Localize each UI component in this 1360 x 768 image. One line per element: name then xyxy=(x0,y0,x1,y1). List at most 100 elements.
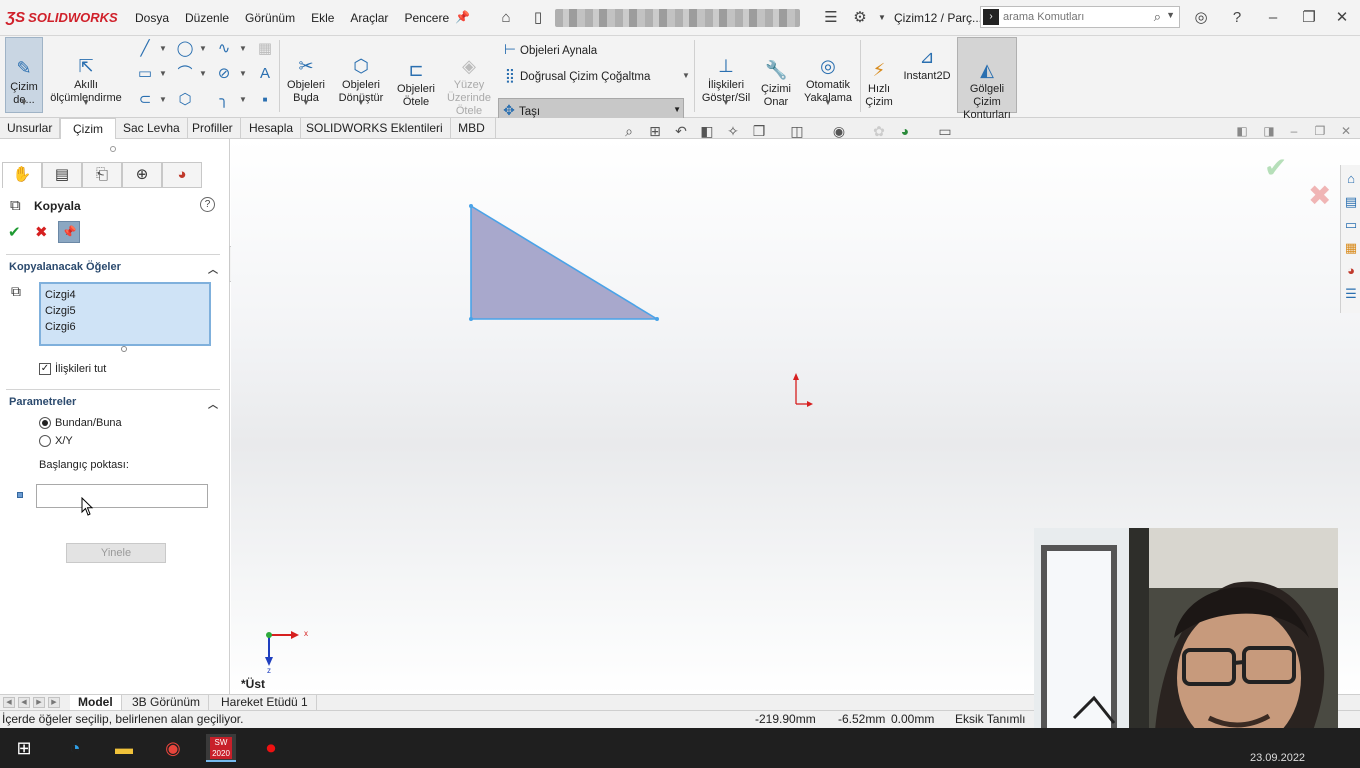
polygon-icon[interactable]: ⬡ xyxy=(175,90,195,110)
file-explorer-icon[interactable]: ▭ xyxy=(1343,217,1359,233)
viewport-minimize-icon[interactable]: – xyxy=(1287,124,1301,138)
tab-features[interactable]: Unsurlar xyxy=(0,118,61,139)
section-parameters[interactable]: Parametreler ︿ xyxy=(0,396,222,414)
quick-snaps-button[interactable]: ◎ Otomatik Yakalama xyxy=(801,42,855,105)
viewport-restore-icon[interactable]: ❐ xyxy=(1313,124,1327,138)
list-resize-handle[interactable] xyxy=(121,346,127,352)
pin-menu-icon[interactable]: 📌 xyxy=(455,10,470,24)
windows-start-icon[interactable]: ⊞ xyxy=(9,734,39,762)
quick-snaps-dropdown-icon[interactable]: ▼ xyxy=(824,98,832,107)
last-tab-arrow-icon[interactable]: ▶ xyxy=(48,697,60,708)
fillet-icon[interactable]: ╮ xyxy=(214,90,234,110)
viewport-tile-right-icon[interactable]: ◨ xyxy=(1262,124,1276,138)
ok-button[interactable]: ✔ xyxy=(8,223,21,241)
panel-resize-handle[interactable] xyxy=(110,146,116,152)
tab-sketch[interactable]: Çizim xyxy=(60,118,116,139)
new-document-icon[interactable]: ▯ xyxy=(529,9,547,27)
sketch-dropdown-icon[interactable]: ▼ xyxy=(20,98,28,107)
list-item[interactable]: Cizgi5 xyxy=(45,303,205,319)
slot-dropdown-icon[interactable]: ▼ xyxy=(159,95,167,104)
rapid-sketch-button[interactable]: ⚡ Hızlı Çizim xyxy=(862,46,896,109)
account-icon[interactable]: ◎ xyxy=(1192,9,1210,27)
display-relations-button[interactable]: ⊥ İlişkileri Göster/Sil xyxy=(699,42,753,105)
move-entities-button[interactable]: ✥ Taşı ▼ xyxy=(498,98,684,120)
line-dropdown-icon[interactable]: ▼ xyxy=(159,44,167,53)
prev-tab-arrow-icon[interactable]: ◀ xyxy=(18,697,30,708)
sketch-point[interactable] xyxy=(469,204,473,208)
confirmation-ok-icon[interactable]: ✔ xyxy=(1264,151,1287,184)
line-icon[interactable]: ╱ xyxy=(135,39,155,59)
edge-browser-icon[interactable]: ◔ xyxy=(60,734,90,762)
from-to-radio[interactable] xyxy=(39,417,51,429)
apply-scene-icon[interactable]: ◕ xyxy=(896,122,914,140)
cancel-button[interactable]: ✖ xyxy=(35,223,48,241)
home-icon[interactable]: ⌂ xyxy=(497,9,515,27)
minimize-icon[interactable]: – xyxy=(1264,9,1282,27)
smart-dimension-dropdown-icon[interactable]: ▼ xyxy=(82,98,90,107)
text-icon[interactable]: A xyxy=(255,64,275,84)
arc-icon[interactable]: ⌒ xyxy=(175,64,195,84)
tab-mbd[interactable]: MBD xyxy=(448,118,496,139)
keep-relations-checkbox[interactable]: ✓ xyxy=(39,363,51,375)
next-tab-arrow-icon[interactable]: ▶ xyxy=(33,697,45,708)
solidworks-logo[interactable]: ƷS SOLIDWORKS xyxy=(6,9,118,26)
dimxpert-tab-icon[interactable]: ⊕ xyxy=(122,162,162,188)
solidworks-resources-icon[interactable]: ⌂ xyxy=(1343,171,1359,187)
circle-icon[interactable]: ◯ xyxy=(175,39,195,59)
tab-weldments[interactable]: Profiller xyxy=(185,118,241,139)
offset-entities-button[interactable]: ⊏ Objeleri Ötele xyxy=(393,46,439,109)
list-item[interactable]: Cizgi6 xyxy=(45,319,205,335)
convert-entities-button[interactable]: ⬡ Objeleri Dönüştür xyxy=(333,42,389,105)
circle-dropdown-icon[interactable]: ▼ xyxy=(199,44,207,53)
tab-motion-study[interactable]: Hareket Etüdü 1 xyxy=(213,695,317,711)
tab-model[interactable]: Model xyxy=(70,695,122,711)
mirror-entities-button[interactable]: ⊢ Objeleri Aynala xyxy=(500,38,597,60)
list-item[interactable]: Cizgi4 xyxy=(45,287,205,303)
rectangle-icon[interactable]: ▭ xyxy=(135,64,155,84)
display-manager-tab-icon[interactable]: ◕ xyxy=(162,162,202,188)
confirmation-cancel-icon[interactable]: ✖ xyxy=(1308,179,1331,212)
entities-selection-list[interactable]: Cizgi4 Cizgi5 Cizgi6 xyxy=(39,282,211,346)
propertymanager-tab-icon[interactable]: ▤ xyxy=(42,162,82,188)
zoom-to-area-icon[interactable]: ⊞ xyxy=(646,122,664,140)
dynamic-annotation-icon[interactable]: ✧ xyxy=(724,122,742,140)
pushpin-button[interactable]: 📌 xyxy=(58,221,80,243)
help-icon[interactable]: ? xyxy=(200,197,215,212)
trim-entities-button[interactable]: ✂ Objeleri Buda xyxy=(283,42,329,105)
ellipse-dropdown-icon[interactable]: ▼ xyxy=(239,69,247,78)
shaded-sketch-contours-button[interactable]: ◭ Gölgeli Çizim Konturları xyxy=(957,37,1017,121)
start-point-field[interactable] xyxy=(36,484,208,508)
featuremanager-tab-icon[interactable]: ✋ xyxy=(2,162,42,188)
collapse-chevron-icon[interactable]: ︿ xyxy=(208,396,218,411)
viewport-tile-left-icon[interactable]: ◧ xyxy=(1235,124,1249,138)
display-style-icon[interactable]: ◫ xyxy=(788,122,806,140)
viewport-close-icon[interactable]: ✕ xyxy=(1339,124,1353,138)
search-icon[interactable]: ⌕ xyxy=(1154,9,1161,25)
view-settings-icon[interactable]: ▭ xyxy=(936,122,954,140)
solidworks-taskbar-icon[interactable]: SW 2020 xyxy=(206,734,236,762)
menu-window[interactable]: Pencere xyxy=(404,11,449,25)
command-search-input[interactable] xyxy=(1003,9,1143,25)
section-view-icon[interactable]: ◧ xyxy=(698,122,716,140)
fillet-dropdown-icon[interactable]: ▼ xyxy=(239,95,247,104)
first-tab-arrow-icon[interactable]: ◀ xyxy=(3,697,15,708)
sketch-point[interactable] xyxy=(655,317,659,321)
hide-show-items-icon[interactable]: ◉ xyxy=(830,122,848,140)
repair-sketch-button[interactable]: 🔧 Çizimi Onar xyxy=(757,46,795,109)
command-search-box[interactable]: › ⌕ ▼ xyxy=(980,6,1180,28)
view-orientation-icon[interactable]: ❒ xyxy=(750,122,768,140)
trim-dropdown-icon[interactable]: ▼ xyxy=(302,98,310,107)
restore-icon[interactable]: ❐ xyxy=(1300,9,1318,27)
instant2d-button[interactable]: ⊿ Instant2D xyxy=(900,46,954,83)
view-palette-icon[interactable]: ▦ xyxy=(1343,240,1359,256)
linear-pattern-dropdown-icon[interactable]: ▼ xyxy=(682,71,690,80)
file-explorer-icon[interactable]: ▬ xyxy=(109,734,139,762)
point-icon[interactable]: ■ xyxy=(255,90,275,110)
smart-dimension-button[interactable]: ⇱ Akıllı ölçümlendirme xyxy=(46,42,126,105)
menu-file[interactable]: Dosya xyxy=(135,11,169,25)
gear-dropdown-icon[interactable]: ▼ xyxy=(873,9,891,27)
menu-tools[interactable]: Araçlar xyxy=(350,11,388,25)
spline-dropdown-icon[interactable]: ▼ xyxy=(239,44,247,53)
slot-icon[interactable]: ⊂ xyxy=(135,90,155,110)
ellipse-icon[interactable]: ⊘ xyxy=(214,64,234,84)
